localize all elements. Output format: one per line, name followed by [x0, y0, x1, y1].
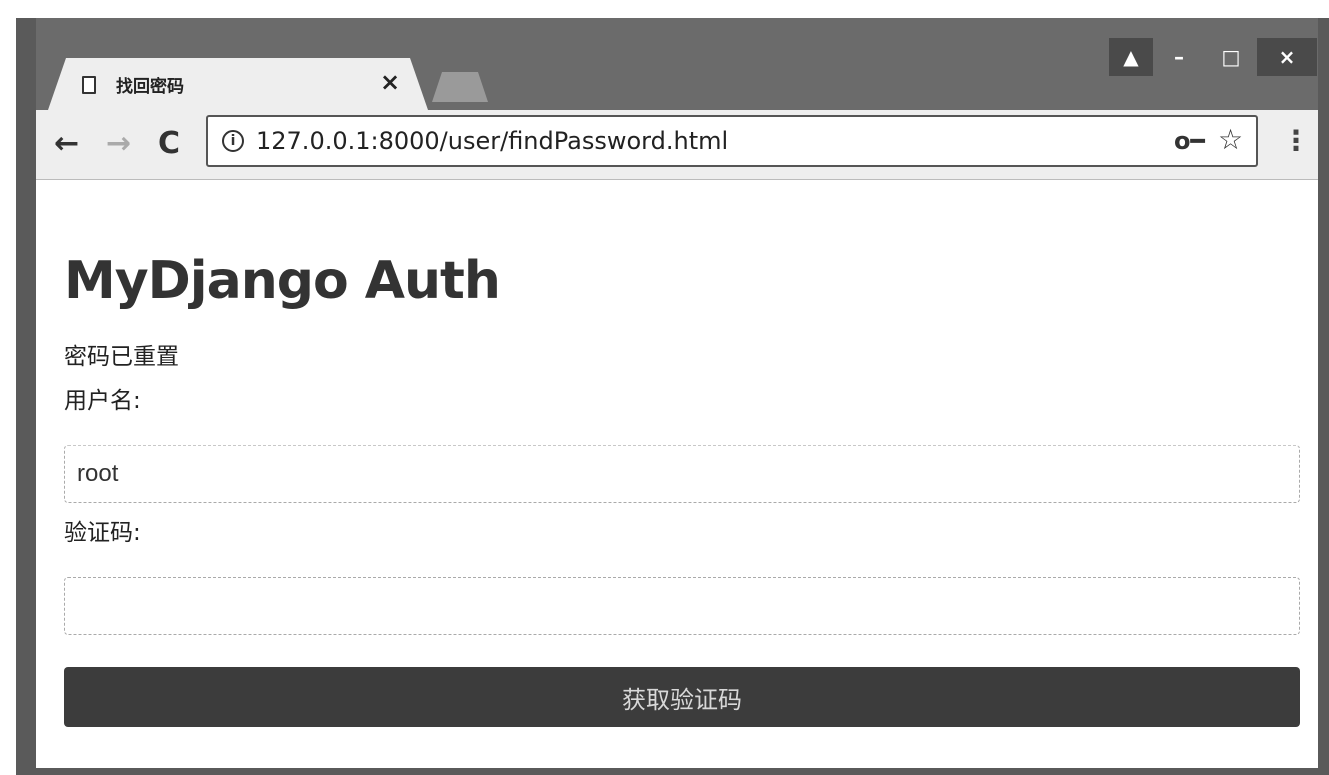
username-input[interactable]: root — [64, 445, 1300, 503]
url-text[interactable]: 127.0.0.1:8000/user/findPassword.html — [256, 127, 728, 155]
star-icon[interactable]: ☆ — [1218, 123, 1243, 156]
info-icon[interactable]: i — [222, 130, 244, 152]
username-label: 用户名: — [64, 388, 141, 414]
window-frame-right — [1318, 18, 1329, 775]
status-message: 密码已重置 — [64, 344, 179, 370]
menu-dots-icon[interactable]: ⋮ — [1282, 124, 1310, 157]
browser-tab[interactable]: 找回密码 × — [48, 58, 428, 110]
verification-code-input[interactable] — [64, 577, 1300, 635]
page-icon — [82, 76, 96, 94]
browser-toolbar: ← → C i 127.0.0.1:8000/user/findPassword… — [36, 110, 1318, 180]
minimize-button[interactable]: – — [1153, 38, 1205, 76]
key-icon[interactable]: o━ — [1174, 127, 1205, 155]
user-profile-icon[interactable]: ▲ — [1109, 38, 1153, 76]
verification-code-label: 验证码: — [64, 520, 141, 546]
page-title: MyDjango Auth — [64, 251, 501, 311]
tab-close-icon[interactable]: × — [380, 68, 400, 96]
maximize-button[interactable]: □ — [1205, 38, 1257, 76]
window-frame-bottom — [16, 768, 1329, 775]
browser-window: ▲ – □ × 找回密码 × ← → C i 127.0.0.1:8000/us… — [0, 0, 1329, 775]
back-arrow-icon[interactable]: ← — [54, 126, 79, 161]
get-code-button[interactable]: 获取验证码 — [64, 667, 1300, 727]
window-controls: ▲ – □ × — [1109, 38, 1317, 76]
close-window-button[interactable]: × — [1257, 38, 1317, 76]
page-content: MyDjango Auth 密码已重置 用户名: root 验证码: 获取验证码 — [36, 181, 1318, 768]
window-frame-left — [16, 18, 36, 775]
reload-icon[interactable]: C — [158, 126, 180, 161]
address-bar[interactable]: i 127.0.0.1:8000/user/findPassword.html … — [206, 115, 1258, 167]
forward-arrow-icon[interactable]: → — [106, 126, 131, 161]
tab-title: 找回密码 — [116, 77, 184, 97]
